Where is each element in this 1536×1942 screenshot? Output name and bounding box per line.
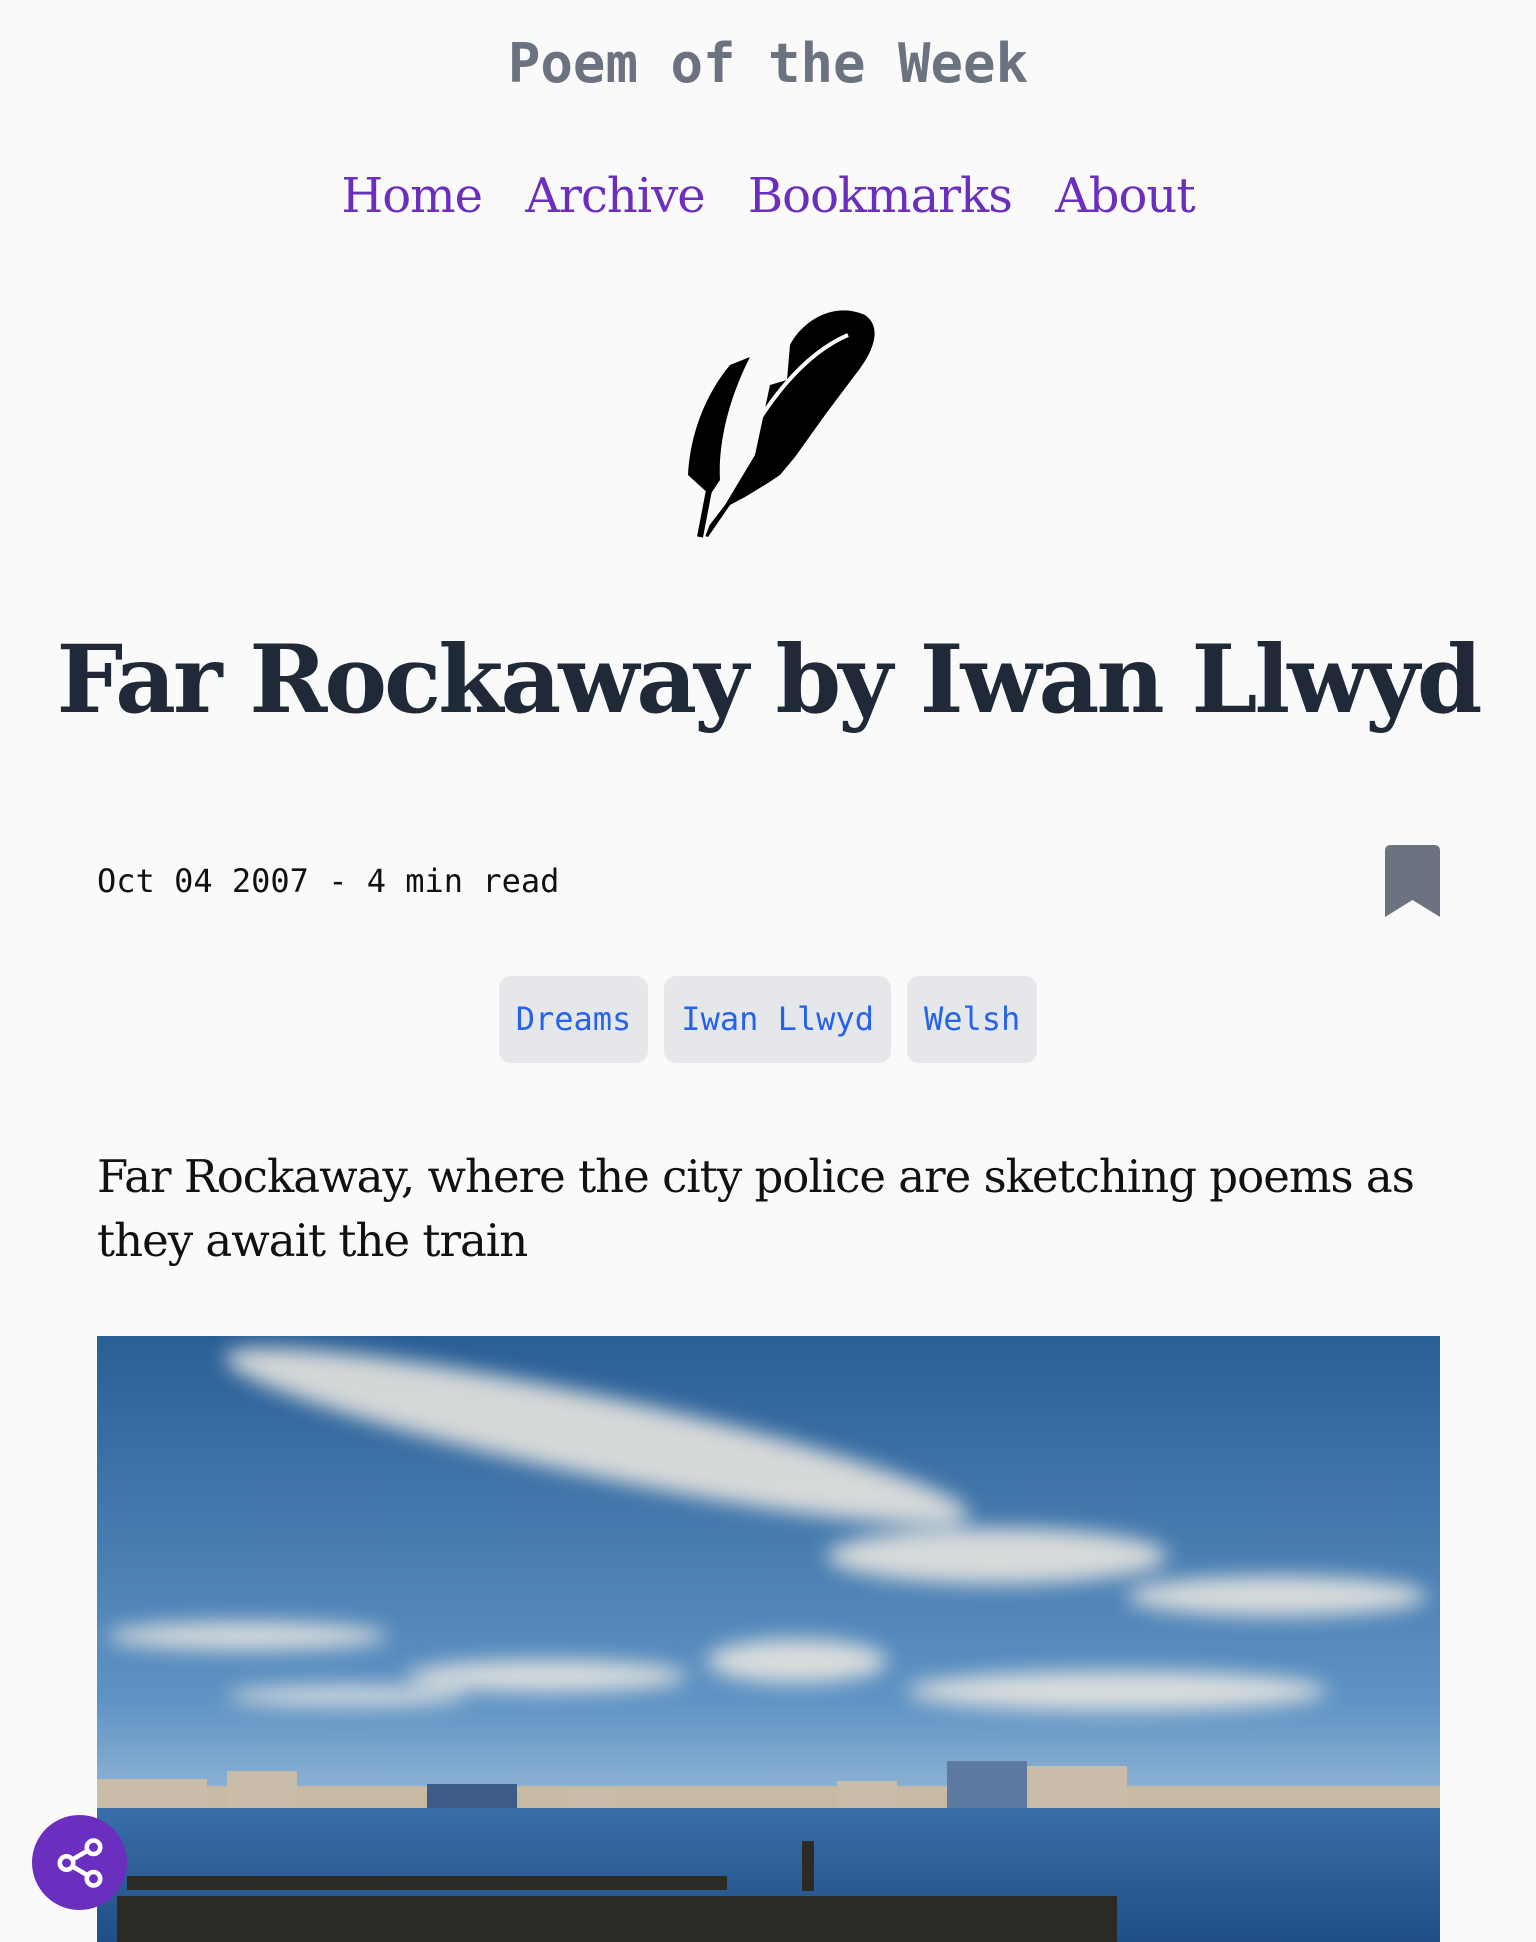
tag-dreams[interactable]: Dreams	[498, 976, 649, 1063]
share-button[interactable]	[32, 1815, 127, 1910]
tag-list: Dreams Iwan Llwyd Welsh	[0, 976, 1536, 1063]
site-title[interactable]: Poem of the Week	[0, 32, 1536, 95]
bookmark-icon[interactable]	[1385, 845, 1440, 917]
nav-about[interactable]: About	[1055, 168, 1195, 224]
post-meta: Oct 04 2007 - 4 min read	[97, 862, 560, 900]
tag-iwan-llwyd[interactable]: Iwan Llwyd	[664, 976, 891, 1063]
share-icon	[57, 1837, 102, 1888]
post-lede: Far Rockaway, where the city police are …	[97, 1150, 1415, 1267]
post-title: Far Rockaway by Iwan Llwyd	[56, 625, 1482, 735]
nav-home[interactable]: Home	[341, 168, 483, 224]
tag-welsh[interactable]: Welsh	[906, 976, 1038, 1063]
nav-archive[interactable]: Archive	[525, 168, 705, 224]
nav-bookmarks[interactable]: Bookmarks	[748, 168, 1013, 224]
hero-image	[97, 1336, 1440, 1942]
feather-icon	[688, 310, 875, 538]
main-nav: Home Archive Bookmarks About	[0, 168, 1536, 224]
